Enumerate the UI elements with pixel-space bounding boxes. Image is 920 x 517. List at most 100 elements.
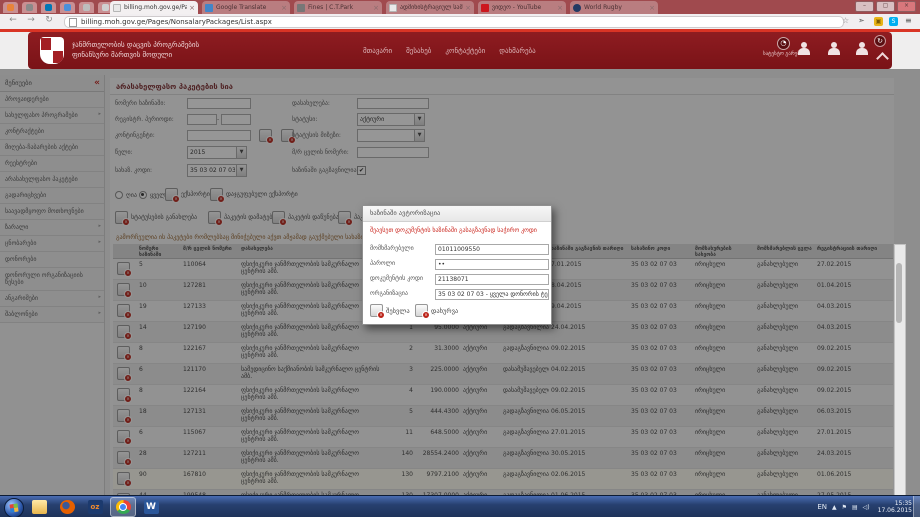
filter-input[interactable] bbox=[187, 130, 251, 141]
filter-checkbox[interactable]: ✔ bbox=[357, 166, 366, 175]
modal-field-input[interactable]: 21138071 bbox=[435, 274, 549, 285]
menu-icon[interactable]: ≡ bbox=[905, 16, 912, 25]
edit-package-icon[interactable]: × bbox=[117, 346, 130, 359]
sidebar-item[interactable]: ანგარიშები▸ bbox=[0, 291, 104, 307]
refresh-session-icon[interactable]: ↻ bbox=[874, 35, 886, 47]
action-button[interactable]: ×ექსპორტი bbox=[165, 188, 210, 201]
share-icon[interactable]: ➣ bbox=[858, 16, 865, 25]
display-icon[interactable]: ▤ bbox=[852, 504, 858, 511]
chevron-up-icon[interactable] bbox=[876, 52, 889, 65]
taskbar-app-explorer[interactable] bbox=[26, 497, 52, 517]
action-center-icon[interactable]: ⚑ bbox=[842, 504, 847, 511]
edit-package-icon[interactable]: × bbox=[117, 388, 130, 401]
url-text[interactable]: billing.moh.gov.ge/Pages/NonsalaryPackag… bbox=[81, 18, 272, 26]
taskbar-app-word[interactable]: W bbox=[138, 497, 164, 517]
column-header[interactable]: სახაზინო კოდი bbox=[629, 244, 693, 258]
column-header[interactable] bbox=[113, 244, 137, 258]
action-button[interactable]: ×პაკეტის დამატება bbox=[208, 211, 276, 224]
browser-tab[interactable]: ადმინისტრაციულ სამართ...× bbox=[386, 1, 474, 14]
edit-package-icon[interactable]: × bbox=[117, 430, 130, 443]
filter-input[interactable] bbox=[357, 147, 429, 158]
tab-close-icon[interactable]: × bbox=[557, 4, 563, 12]
skype-extension-icon[interactable]: S bbox=[889, 17, 898, 26]
taskbar-app-chrome[interactable] bbox=[110, 497, 136, 517]
radio-icon[interactable] bbox=[115, 191, 123, 199]
pinned-tab[interactable] bbox=[79, 2, 94, 13]
pinned-tab[interactable] bbox=[41, 2, 56, 13]
scrollbar-thumb[interactable] bbox=[896, 263, 902, 323]
edit-package-icon[interactable]: × bbox=[117, 304, 130, 317]
filter-select[interactable]: 2015▼ bbox=[187, 146, 247, 159]
modal-field-input[interactable]: •• bbox=[435, 259, 549, 270]
filter-input-to[interactable] bbox=[221, 114, 251, 125]
table-row[interactable]: ×8122167ფსიქიკური ჯანმრთელობის სამკურნალ… bbox=[113, 343, 893, 364]
filter-select[interactable]: აქტიური▼ bbox=[357, 113, 425, 126]
tab-close-icon[interactable]: × bbox=[649, 4, 655, 12]
edit-package-icon[interactable]: × bbox=[117, 409, 130, 422]
sidebar-item[interactable]: მიღება-ჩაბარების აქტები bbox=[0, 140, 104, 156]
taskbar-clock[interactable]: 15:35 17.06.2015 bbox=[878, 500, 912, 514]
tab-close-icon[interactable]: × bbox=[189, 4, 195, 12]
browser-tab[interactable]: ვიდეო - YouTube× bbox=[478, 1, 566, 14]
pinned-tab[interactable] bbox=[60, 2, 75, 13]
sidebar-item[interactable]: რეესტრები bbox=[0, 156, 104, 172]
edit-package-icon[interactable]: × bbox=[117, 451, 130, 464]
group-icon[interactable] bbox=[854, 42, 870, 56]
table-row[interactable]: ×14127190ფსიქიკური ჯანმრთელობის სამკურნა… bbox=[113, 322, 893, 343]
sidebar-item[interactable]: ზარალი▸ bbox=[0, 220, 104, 236]
column-header[interactable]: რეგისტრაციის თარიღი bbox=[815, 244, 893, 258]
edit-package-icon[interactable]: × bbox=[117, 325, 130, 338]
forward-icon[interactable]: → bbox=[24, 15, 38, 25]
pinned-tab[interactable] bbox=[22, 2, 37, 13]
extension-icon[interactable]: ▣ bbox=[874, 17, 883, 26]
edit-package-icon[interactable]: × bbox=[117, 472, 130, 485]
sidebar-item[interactable]: სახელფასო პროგრამები▸ bbox=[0, 108, 104, 124]
browser-tab[interactable]: billing.moh.gov.ge/Pages× bbox=[110, 1, 198, 14]
tab-close-icon[interactable]: × bbox=[465, 4, 471, 12]
taskbar-app-firefox[interactable] bbox=[54, 497, 80, 517]
column-header[interactable]: მომხმარებლის ცვლა bbox=[755, 244, 815, 258]
action-button[interactable]: ×პაკეტის დაწუნება bbox=[272, 211, 339, 224]
filter-input-from[interactable] bbox=[187, 114, 217, 125]
chevron-down-icon[interactable]: ▼ bbox=[236, 147, 246, 158]
start-button[interactable] bbox=[4, 498, 24, 517]
radio-icon[interactable] bbox=[139, 191, 147, 199]
sidebar-item[interactable]: არასახელფასო პაკეტები bbox=[0, 172, 104, 188]
sidebar-item[interactable]: გადარიცხვები bbox=[0, 188, 104, 204]
chevron-down-icon[interactable]: ▼ bbox=[414, 114, 424, 125]
sidebar-item[interactable]: კონტრაქტები bbox=[0, 124, 104, 140]
taskbar-app-oz[interactable]: oz bbox=[82, 497, 108, 517]
table-row[interactable]: ×18127131ფსიქიკური ჯანმრთელობის სამკურნა… bbox=[113, 406, 893, 427]
chevron-down-icon[interactable]: ▼ bbox=[236, 165, 246, 176]
volume-icon[interactable]: ◁) bbox=[863, 504, 870, 511]
edit-package-icon[interactable]: × bbox=[117, 262, 130, 275]
sidebar-item[interactable]: პროვაიდერები bbox=[0, 92, 104, 108]
sidebar-item[interactable]: შაბლონები▸ bbox=[0, 307, 104, 323]
column-header[interactable]: ნომერი ხაზინაში bbox=[137, 244, 181, 258]
tray-expand-icon[interactable]: ▲ bbox=[832, 504, 837, 511]
table-row[interactable]: ×90167810ფსიქიკური ჯანმრთელობის სამკურნა… bbox=[113, 469, 893, 490]
edit-package-icon[interactable]: × bbox=[117, 283, 130, 296]
language-indicator[interactable]: EN bbox=[817, 503, 827, 511]
sidebar-collapse-icon[interactable]: « bbox=[94, 78, 100, 88]
login-button[interactable]: ×შესვლა bbox=[370, 304, 410, 317]
sidebar-item[interactable]: დონორული ორგანიზაციის წესები bbox=[0, 268, 104, 291]
users-icon[interactable] bbox=[826, 42, 842, 56]
vertical-scrollbar[interactable] bbox=[894, 244, 906, 497]
sidebar-item[interactable]: ცნობარები▸ bbox=[0, 236, 104, 252]
lookup-button[interactable]: × bbox=[259, 129, 272, 142]
minimize-button[interactable]: – bbox=[855, 1, 874, 12]
nav-link[interactable]: შესახებ bbox=[406, 47, 431, 55]
browser-tab[interactable]: Google Translate× bbox=[202, 1, 290, 14]
show-desktop-button[interactable] bbox=[913, 496, 920, 517]
user-icon[interactable] bbox=[796, 42, 812, 56]
nav-link[interactable]: დახმარება bbox=[499, 47, 535, 55]
modal-field-input[interactable]: 35 03 02 07 03 - ყველა დონორის ტექნიკურ bbox=[435, 289, 549, 300]
url-bar[interactable]: billing.moh.gov.ge/Pages/NonsalaryPackag… bbox=[64, 16, 844, 28]
column-header[interactable]: მ/რ ცვლის ნომერი bbox=[181, 244, 239, 258]
close-button[interactable]: ×დახურვა bbox=[415, 304, 458, 317]
edit-package-icon[interactable]: × bbox=[117, 367, 130, 380]
column-header[interactable]: ხაზინაში გაგზავნის თარიღი bbox=[549, 244, 629, 258]
table-row[interactable]: ×28127211ფსიქიკური ჯანმრთელობის სამკურნა… bbox=[113, 448, 893, 469]
sidebar-item[interactable]: საავადმყოფო მოთხოვნები bbox=[0, 204, 104, 220]
